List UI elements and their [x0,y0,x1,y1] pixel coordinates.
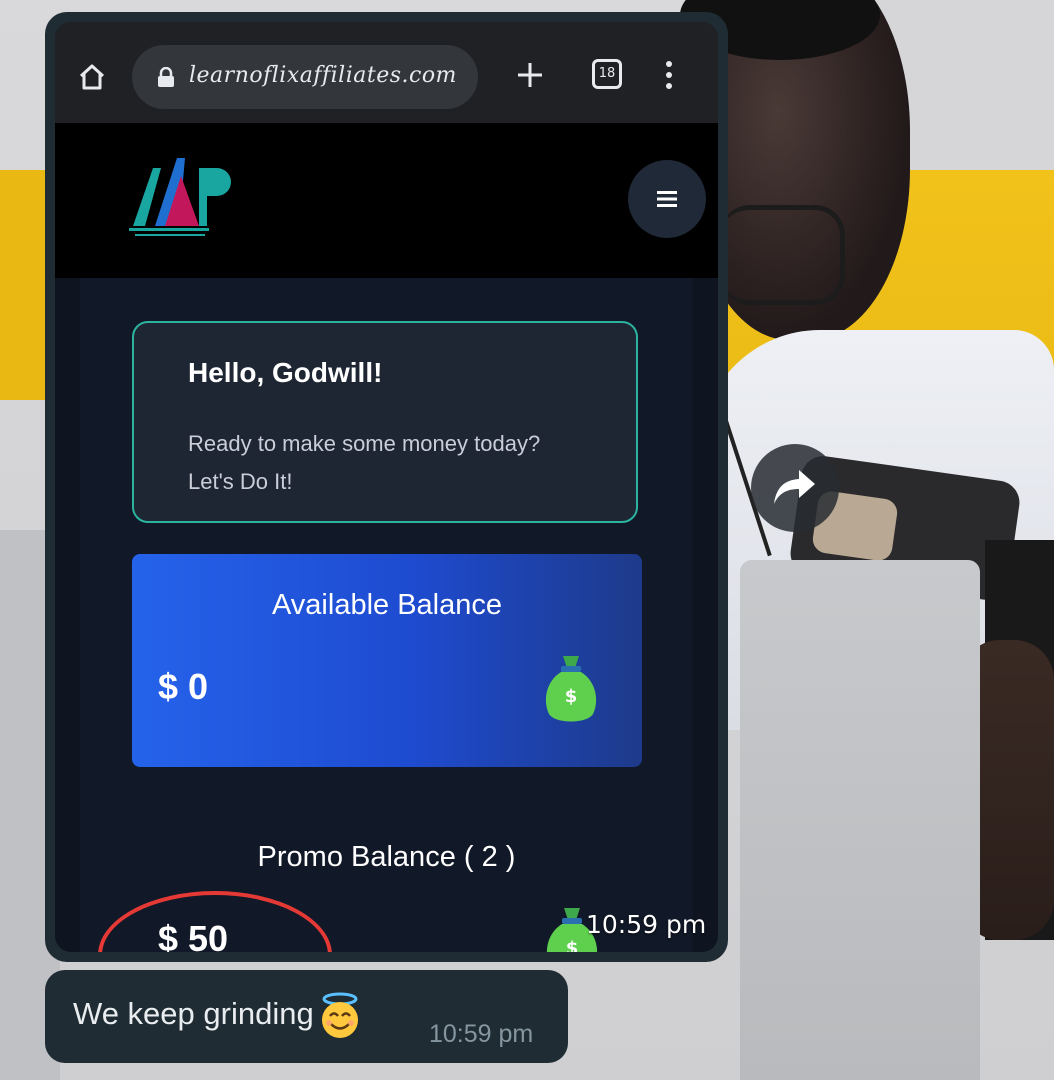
hamburger-icon [657,191,677,207]
available-balance-card[interactable]: Available Balance $ 0 $ [132,554,642,767]
available-balance-amount: $ 0 [158,666,209,707]
forward-button[interactable] [751,444,839,532]
available-balance-label: Available Balance [271,589,503,621]
site-header [55,123,718,278]
text-message-bubble[interactable]: We keep grinding 10:59 pm [45,970,568,1063]
svg-text:$: $ [566,938,579,952]
browser-toolbar: learnoflixaffiliates.com 18 [55,22,718,124]
new-tab-icon[interactable] [515,60,545,90]
lock-icon [158,67,174,87]
menu-button[interactable] [628,160,706,238]
laptop [740,560,980,1080]
shared-screenshot[interactable]: learnoflixaffiliates.com 18 Hello, Godwi… [55,22,718,952]
money-bag-icon: $ [545,656,597,722]
promo-balance-amount: $ 50 [158,918,229,952]
site-logo[interactable] [115,148,245,243]
tab-switcher-icon[interactable]: 18 [592,59,622,89]
address-bar[interactable]: learnoflixaffiliates.com [132,45,478,109]
home-icon[interactable] [77,62,107,92]
media-timestamp: 10:59 pm [586,910,707,939]
more-options-icon[interactable] [664,60,674,90]
message-text: We keep grinding [73,992,364,1040]
forward-icon [774,470,815,504]
dashboard-panel: Hello, Godwill! Ready to make some money… [80,278,693,952]
promo-balance-label: Promo Balance ( 2 ) [257,841,516,873]
message-body: We keep grinding [73,996,314,1032]
message-timestamp: 10:59 pm [429,1020,534,1048]
svg-text:$: $ [565,686,578,707]
person-glasses [720,205,845,305]
greeting-card: Hello, Godwill! Ready to make some money… [132,321,638,523]
url-text: learnoflixaffiliates.com [189,63,457,88]
greeting-subtitle: Ready to make some money today? Let's Do… [188,431,541,494]
greeting-title: Hello, Godwill! [188,357,383,388]
smiling-face-with-halo-icon [321,992,358,1038]
